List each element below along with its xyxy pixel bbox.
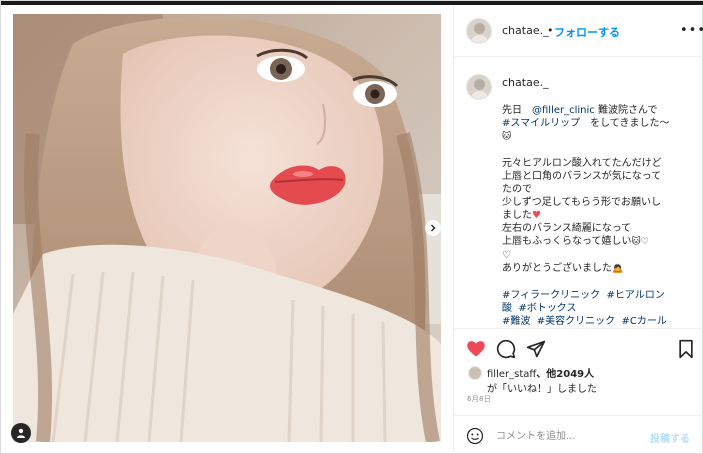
caption-text: ♡ — [502, 250, 511, 261]
emoji: 🐱 — [502, 132, 512, 142]
post-date[interactable]: 6月8日 — [467, 394, 491, 404]
caption-line: 少しずつ足してもらう形でお願いし — [502, 196, 688, 209]
comment-box: 投稿する — [454, 415, 703, 454]
hashtag-link[interactable]: #ヒアルロン — [607, 290, 665, 301]
caption-line: 🐱 — [502, 130, 688, 144]
caption-line: #フィラークリニック #ヒアルロン — [502, 289, 688, 302]
caption-text: 難波院さんで — [594, 105, 658, 116]
caption-line: 先日 @filler_clinic 難波院さんで — [502, 104, 688, 117]
hashtag-link[interactable]: 酸 — [502, 303, 512, 314]
caption-line: 左右のバランス綺麗になって — [502, 222, 688, 235]
caption-text: 少しずつ足してもらう形でお願いし — [502, 197, 661, 208]
hashtag-link[interactable]: #スマイルリップ — [502, 118, 580, 129]
share-icon[interactable] — [526, 339, 546, 359]
likes-summary: filler_staff、他2049人 が「いいね！」しました — [454, 363, 703, 403]
first-liker[interactable]: filler_staff — [487, 369, 536, 380]
caption-text: 左右のバランス綺麗になって — [502, 223, 632, 234]
hashtag-link[interactable]: #Cカール — [622, 316, 667, 327]
caption-text: ありがとうございました — [502, 263, 612, 274]
caption-line — [502, 144, 688, 157]
caption-line — [502, 276, 688, 289]
post-comment-button[interactable]: 投稿する — [650, 430, 690, 445]
user-tag-button[interactable] — [11, 423, 31, 443]
caption-avatar[interactable] — [466, 74, 492, 100]
post-card: chatae._ • フォローする ••• chatae._ 先日 @fille… — [0, 0, 703, 454]
caption-text: ました — [502, 210, 532, 221]
caption-text: たので — [502, 184, 532, 195]
other-likes[interactable]: 、他2049人 — [536, 369, 594, 380]
bookmark-icon[interactable] — [676, 339, 696, 359]
likes-suffix: が「いいね！」しました — [487, 384, 597, 395]
post-photo[interactable] — [13, 14, 441, 442]
chevron-right-icon — [431, 224, 436, 232]
hashtag-link[interactable]: #ボトックス — [518, 303, 576, 314]
caption-text: 元々ヒアルロン酸入れてたんだけど — [502, 158, 662, 169]
caption-line: #難波 #美容クリニック #Cカール — [502, 315, 688, 328]
emoji: 🙇 — [612, 264, 624, 274]
author-avatar[interactable] — [466, 18, 492, 44]
caption-text: をしてきました〜 — [580, 118, 670, 129]
hashtag-link[interactable]: #フィラークリニック — [502, 290, 600, 301]
caption-line: #スマイルリップ をしてきました〜 — [502, 117, 688, 130]
user-tag-icon — [17, 428, 25, 438]
emoji: 🐱♡ — [631, 237, 649, 247]
heart-emoji: ♥ — [532, 210, 541, 221]
comment-input[interactable] — [496, 427, 636, 445]
follow-button[interactable]: フォローする — [554, 24, 620, 40]
author-username[interactable]: chatae._ — [502, 24, 549, 37]
caption-line: 上唇もふっくらなって嬉しい🐱♡ — [502, 235, 688, 249]
caption-line: ♡ — [502, 249, 688, 262]
caption-text: 上唇もふっくらなって嬉しい — [502, 236, 632, 247]
caption-text: 上唇と口角のバランスが気になって — [502, 171, 662, 182]
carousel-next-button[interactable] — [425, 220, 441, 236]
caption-line: 酸 #ボトックス — [502, 302, 688, 315]
caption-text — [502, 277, 505, 288]
caption-text — [502, 145, 505, 156]
heart-icon[interactable] — [466, 339, 486, 359]
hashtag-link[interactable]: #美容クリニック — [537, 316, 615, 327]
caption-username[interactable]: chatae._ — [502, 76, 549, 89]
action-bar — [454, 328, 703, 368]
liker-avatar[interactable] — [468, 366, 482, 380]
caption-line: ありがとうございました🙇 — [502, 262, 688, 276]
caption-line: 元々ヒアルロン酸入れてたんだけど — [502, 157, 688, 170]
smile-icon[interactable] — [466, 427, 484, 445]
comment-icon[interactable] — [496, 339, 516, 359]
mention-link[interactable]: @filler_clinic — [532, 105, 595, 116]
portrait-image — [13, 14, 441, 442]
caption-text: 先日 — [502, 105, 532, 116]
post-side-panel: chatae._ • フォローする ••• chatae._ 先日 @fille… — [453, 5, 703, 454]
caption-line: ました♥ — [502, 209, 688, 222]
post-header: chatae._ • フォローする ••• — [454, 5, 703, 57]
hashtag-link[interactable]: #難波 — [502, 316, 530, 327]
more-options-icon[interactable]: ••• — [680, 23, 703, 38]
caption-area: chatae._ 先日 @filler_clinic 難波院さんで #スマイルリッ… — [454, 58, 703, 328]
follow-separator: • — [547, 24, 554, 37]
likes-line: filler_staff、他2049人 — [487, 365, 594, 380]
caption-line: たので — [502, 183, 688, 196]
post-caption: 先日 @filler_clinic 難波院さんで #スマイルリップ をしてきました… — [502, 104, 688, 328]
caption-line: 上唇と口角のバランスが気になって — [502, 170, 688, 183]
